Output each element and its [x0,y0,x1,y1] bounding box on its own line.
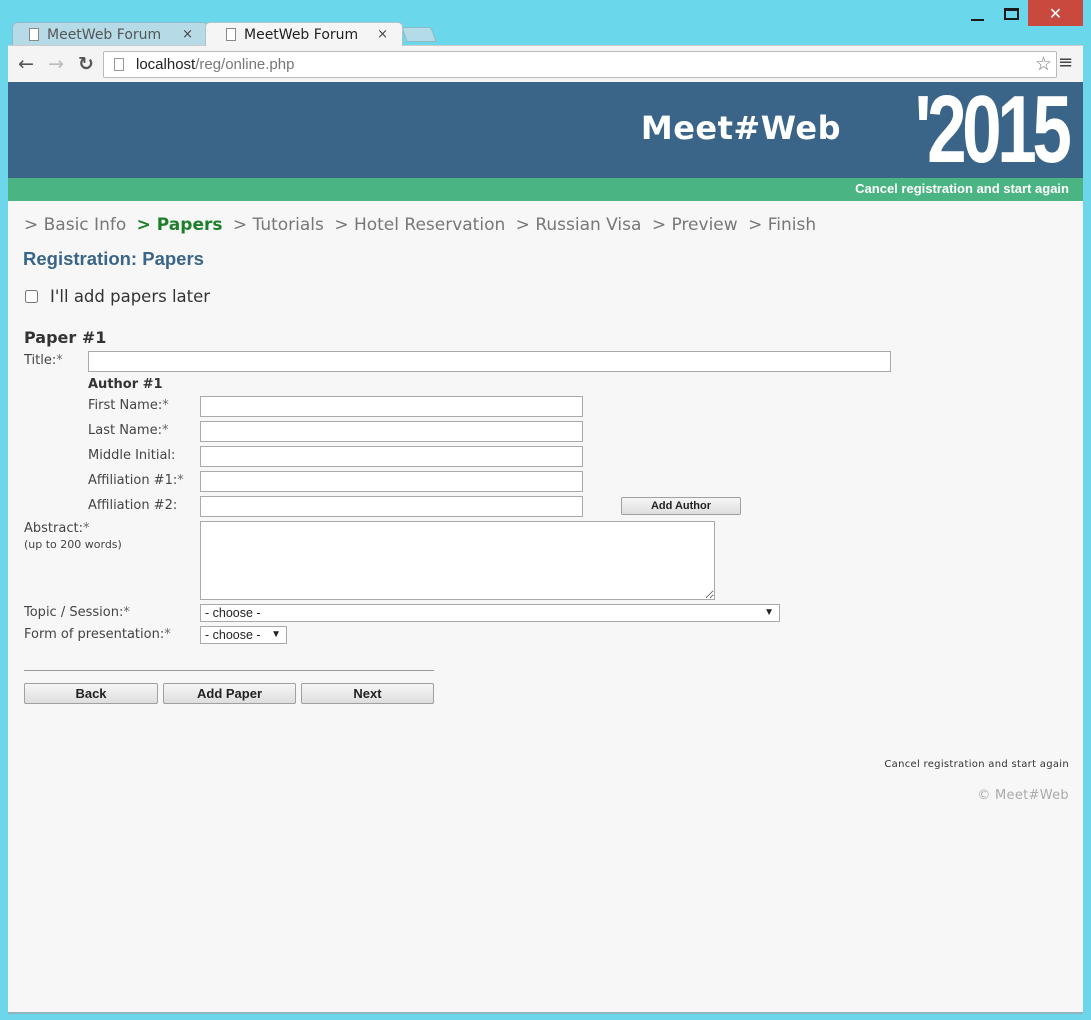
next-button[interactable]: Next [301,683,434,704]
add-author-button[interactable]: Add Author [621,497,741,515]
author-heading: Author #1 [88,377,163,392]
presentation-form-label: Form of presentation:* [24,627,171,642]
cancel-registration-footer-link[interactable]: Cancel registration and start again [884,759,1069,770]
browser-toolbar: ← → ↻ localhost/reg/online.php ☆ ≡ [8,45,1083,82]
copyright: © Meet#Web [977,788,1069,803]
tab-close-icon[interactable]: × [377,27,388,42]
last-name-label: Last Name:* [88,423,168,438]
topic-label-text: Topic / Session: [24,605,124,620]
presentation-form-selected-value: - choose - [205,628,261,642]
maximize-icon [1003,7,1019,20]
tab-close-icon[interactable]: × [182,27,193,42]
affiliation-1-label: Affiliation #1:* [88,473,184,488]
abstract-label-text: Abstract: [24,521,83,536]
add-paper-button[interactable]: Add Paper [163,683,296,704]
bookmark-star-icon[interactable]: ☆ [1035,53,1052,76]
last-name-label-text: Last Name: [88,423,162,438]
topic-label: Topic / Session:* [24,605,130,620]
minimize-button[interactable] [962,0,992,27]
topic-selected-value: - choose - [205,606,261,620]
step-basic-info[interactable]: > Basic Info [24,215,126,235]
first-name-label: First Name:* [88,398,169,413]
last-name-input[interactable] [200,421,583,442]
add-papers-later-label: I'll add papers later [50,287,211,306]
registration-steps: > Basic Info > Papers > Tutorials > Hote… [24,215,821,235]
title-label-text: Title: [24,353,57,368]
back-button[interactable]: Back [24,683,158,704]
web-page: Meet#Web '2015 Cancel registration and s… [8,82,1083,1012]
menu-icon[interactable]: ≡ [1058,54,1074,72]
back-arrow-icon[interactable]: ← [14,52,38,76]
tab-title: MeetWeb Forum [244,26,359,43]
page-icon [29,28,39,41]
first-name-label-text: First Name: [88,398,163,413]
site-brand: Meet#Web [640,109,841,147]
window-bottom-edge [8,1012,1083,1014]
step-hotel-reservation: > Hotel Reservation [334,215,506,235]
abstract-label: Abstract:* [24,521,89,536]
abstract-hint: (up to 200 words) [24,538,122,551]
step-russian-visa: > Russian Visa [515,215,642,235]
dropdown-arrow-icon: ▼ [764,607,774,618]
form-divider [24,670,434,671]
first-name-input[interactable] [200,396,583,417]
topic-select[interactable]: - choose - ▼ [200,604,780,622]
header-bar: Cancel registration and start again [8,178,1083,201]
cancel-registration-link[interactable]: Cancel registration and start again [855,181,1069,196]
affiliation-1-label-text: Affiliation #1: [88,473,178,488]
minimize-icon [970,18,984,21]
required-mark: * [164,627,171,642]
abstract-textarea[interactable] [200,521,715,600]
title-input[interactable] [88,351,891,372]
step-tutorials: > Tutorials [232,215,324,235]
tab-title: MeetWeb Forum [47,26,162,43]
presentation-form-select[interactable]: - choose - ▼ [200,626,287,644]
required-mark: * [82,521,90,536]
page-icon [226,28,236,41]
presentation-form-label-text: Form of presentation: [24,627,165,642]
title-label: Title:* [24,353,63,368]
page-title: Registration: Papers [23,248,204,269]
forward-arrow-icon[interactable]: → [44,52,68,76]
site-year: '2015 [914,82,1071,183]
affiliation-1-input[interactable] [200,471,583,492]
step-preview: > Preview [651,215,738,235]
window-titlebar: ✕ MeetWeb Forum × MeetWeb Forum × [0,0,1091,46]
required-mark: * [177,473,184,488]
url-path: /reg/online.php [195,56,295,73]
add-papers-later[interactable]: I'll add papers later [25,287,210,306]
required-mark: * [161,423,169,438]
middle-initial-label: Middle Initial: [88,448,176,463]
address-bar[interactable]: localhost/reg/online.php ☆ [103,51,1057,78]
step-finish: > Finish [748,215,817,235]
paper-heading: Paper #1 [24,328,107,347]
close-icon: ✕ [1048,3,1063,23]
url-host: localhost [136,56,196,73]
close-window-button[interactable]: ✕ [1028,0,1083,26]
affiliation-2-input[interactable] [200,496,583,517]
new-tab-button[interactable] [401,27,437,42]
browser-tab-1[interactable]: MeetWeb Forum × [12,22,208,46]
site-header: Meet#Web '2015 [8,82,1083,178]
required-mark: * [162,398,169,413]
dropdown-arrow-icon: ▼ [271,629,281,640]
affiliation-2-label: Affiliation #2: [88,498,178,513]
required-mark: * [56,353,63,368]
page-icon [114,58,124,71]
maximize-button[interactable] [996,0,1026,27]
browser-tab-2-active[interactable]: MeetWeb Forum × [205,22,403,46]
reload-icon[interactable]: ↻ [74,52,98,76]
step-papers: > Papers [136,215,223,235]
required-mark: * [123,605,130,620]
middle-initial-input[interactable] [200,446,583,467]
add-papers-later-checkbox[interactable] [25,290,38,303]
